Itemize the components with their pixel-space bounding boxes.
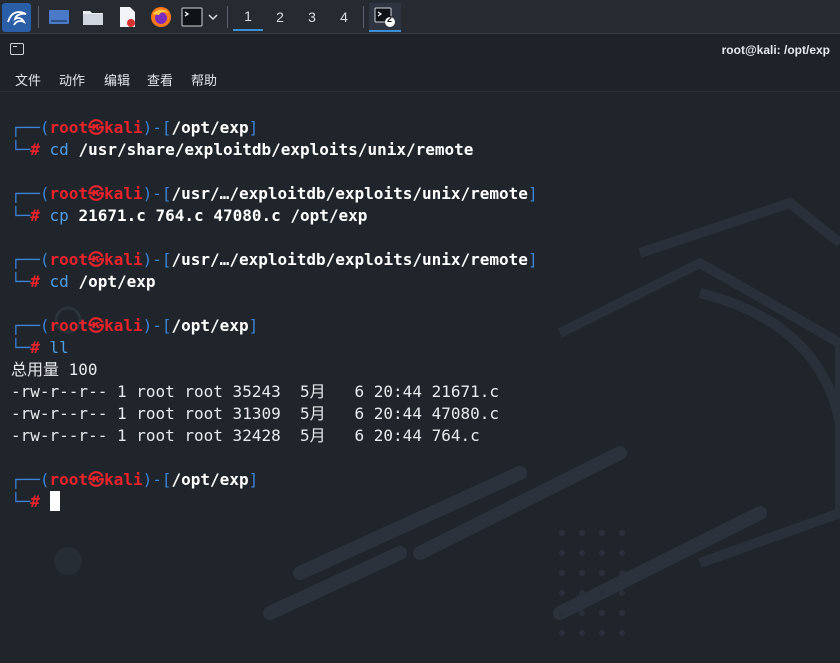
dropdown-chevron-icon[interactable] (205, 3, 221, 31)
workspace-1[interactable]: 1 (233, 3, 263, 31)
prompt-user: root (49, 184, 89, 203)
window-titlebar[interactable]: root@kali: /opt/exp (0, 36, 840, 64)
desktop-icon[interactable] (46, 3, 72, 31)
output-file-row: -rw-r--r-- 1 root root 31309 5月 6 20:44 … (11, 404, 500, 423)
task-count-badge: 2 (387, 14, 393, 24)
output-total: 总用量 100 (11, 360, 98, 379)
prompt-path: /usr/…/exploitdb/exploits/unix/remote (171, 250, 528, 269)
command-name: cp (49, 206, 69, 225)
menu-action[interactable]: 动作 (59, 70, 85, 89)
terminal-area[interactable]: ┌──(root㉿kali)-[/opt/exp] └─# cd /usr/sh… (0, 93, 840, 663)
prompt-host: kali (104, 470, 143, 489)
prompt-host: kali (104, 316, 143, 335)
prompt-line-4: ┌──(root㉿kali)-[/opt/exp] (11, 316, 259, 335)
prompt-user: root (49, 250, 89, 269)
prompt-user: root (49, 118, 89, 137)
panel-separator (363, 6, 364, 28)
prompt-line-3: ┌──(root㉿kali)-[/usr/…/exploitdb/exploit… (11, 250, 538, 269)
prompt-line-2: ┌──(root㉿kali)-[/usr/…/exploitdb/exploit… (11, 184, 538, 203)
prompt-user: root (49, 470, 89, 489)
prompt-host: kali (104, 118, 143, 137)
prompt-host: kali (104, 250, 143, 269)
terminal-window-icon (10, 43, 24, 55)
prompt-path: /opt/exp (171, 316, 249, 335)
command-name: cd (49, 140, 69, 159)
menu-bar: 文件 动作 编辑 查看 帮助 (0, 64, 840, 92)
command-args: 21671.c 764.c 47080.c /opt/exp (78, 206, 368, 225)
prompt-at-symbol: ㉿ (88, 250, 105, 269)
command-line-1: └─# cd /usr/share/exploitdb/exploits/uni… (11, 140, 474, 159)
terminal-task-button[interactable]: 2 (369, 3, 401, 32)
prompt-user: root (49, 316, 89, 335)
wallpaper-watermark (54, 197, 840, 636)
file-manager-icon[interactable] (80, 3, 106, 31)
panel-separator (38, 6, 39, 28)
prompt-host: kali (104, 184, 143, 203)
prompt-path: /usr/…/exploitdb/exploits/unix/remote (171, 184, 528, 203)
command-args: /opt/exp (78, 272, 156, 291)
command-line-2: └─# cp 21671.c 764.c 47080.c /opt/exp (11, 206, 368, 225)
prompt-at-symbol: ㉿ (88, 118, 105, 137)
prompt-hash: # (30, 140, 40, 159)
command-args: /usr/share/exploitdb/exploits/unix/remot… (78, 140, 474, 159)
text-editor-icon[interactable] (114, 3, 140, 31)
menu-edit[interactable]: 编辑 (104, 70, 130, 89)
workspace-3[interactable]: 3 (297, 3, 327, 31)
prompt-at-symbol: ㉿ (88, 470, 105, 489)
prompt-hash: # (30, 272, 40, 291)
text-cursor[interactable] (49, 491, 60, 511)
command-name: ll (49, 338, 69, 357)
command-line-3: └─# cd /opt/exp (11, 272, 156, 291)
workspace-2[interactable]: 2 (265, 3, 295, 31)
kali-menu-icon[interactable] (2, 3, 31, 32)
menu-file[interactable]: 文件 (15, 70, 41, 89)
workspace-4[interactable]: 4 (329, 3, 359, 31)
prompt-path: /opt/exp (171, 118, 249, 137)
prompt-line-1: ┌──(root㉿kali)-[/opt/exp] (11, 118, 259, 137)
terminal-task-icon (374, 7, 395, 27)
output-file-row: -rw-r--r-- 1 root root 35243 5月 6 20:44 … (11, 382, 500, 401)
menu-help[interactable]: 帮助 (191, 70, 217, 89)
prompt-line-5: ┌──(root㉿kali)-[/opt/exp] (11, 470, 259, 489)
prompt-hash: # (30, 492, 40, 511)
prompt-hash: # (30, 338, 40, 357)
prompt-at-symbol: ㉿ (88, 184, 105, 203)
panel-separator (227, 6, 228, 28)
command-name: cd (49, 272, 69, 291)
prompt-hash: # (30, 206, 40, 225)
window-title: root@kali: /opt/exp (721, 43, 830, 57)
top-panel: 1 2 3 4 2 (0, 0, 840, 34)
command-line-5[interactable]: └─# (11, 491, 60, 513)
menu-view[interactable]: 查看 (147, 70, 173, 89)
terminal-icon[interactable] (180, 3, 204, 31)
output-file-row: -rw-r--r-- 1 root root 32428 5月 6 20:44 … (11, 426, 480, 445)
prompt-at-symbol: ㉿ (88, 316, 105, 335)
command-line-4: └─# ll (11, 338, 69, 357)
firefox-icon[interactable] (148, 3, 174, 31)
prompt-path: /opt/exp (171, 470, 249, 489)
